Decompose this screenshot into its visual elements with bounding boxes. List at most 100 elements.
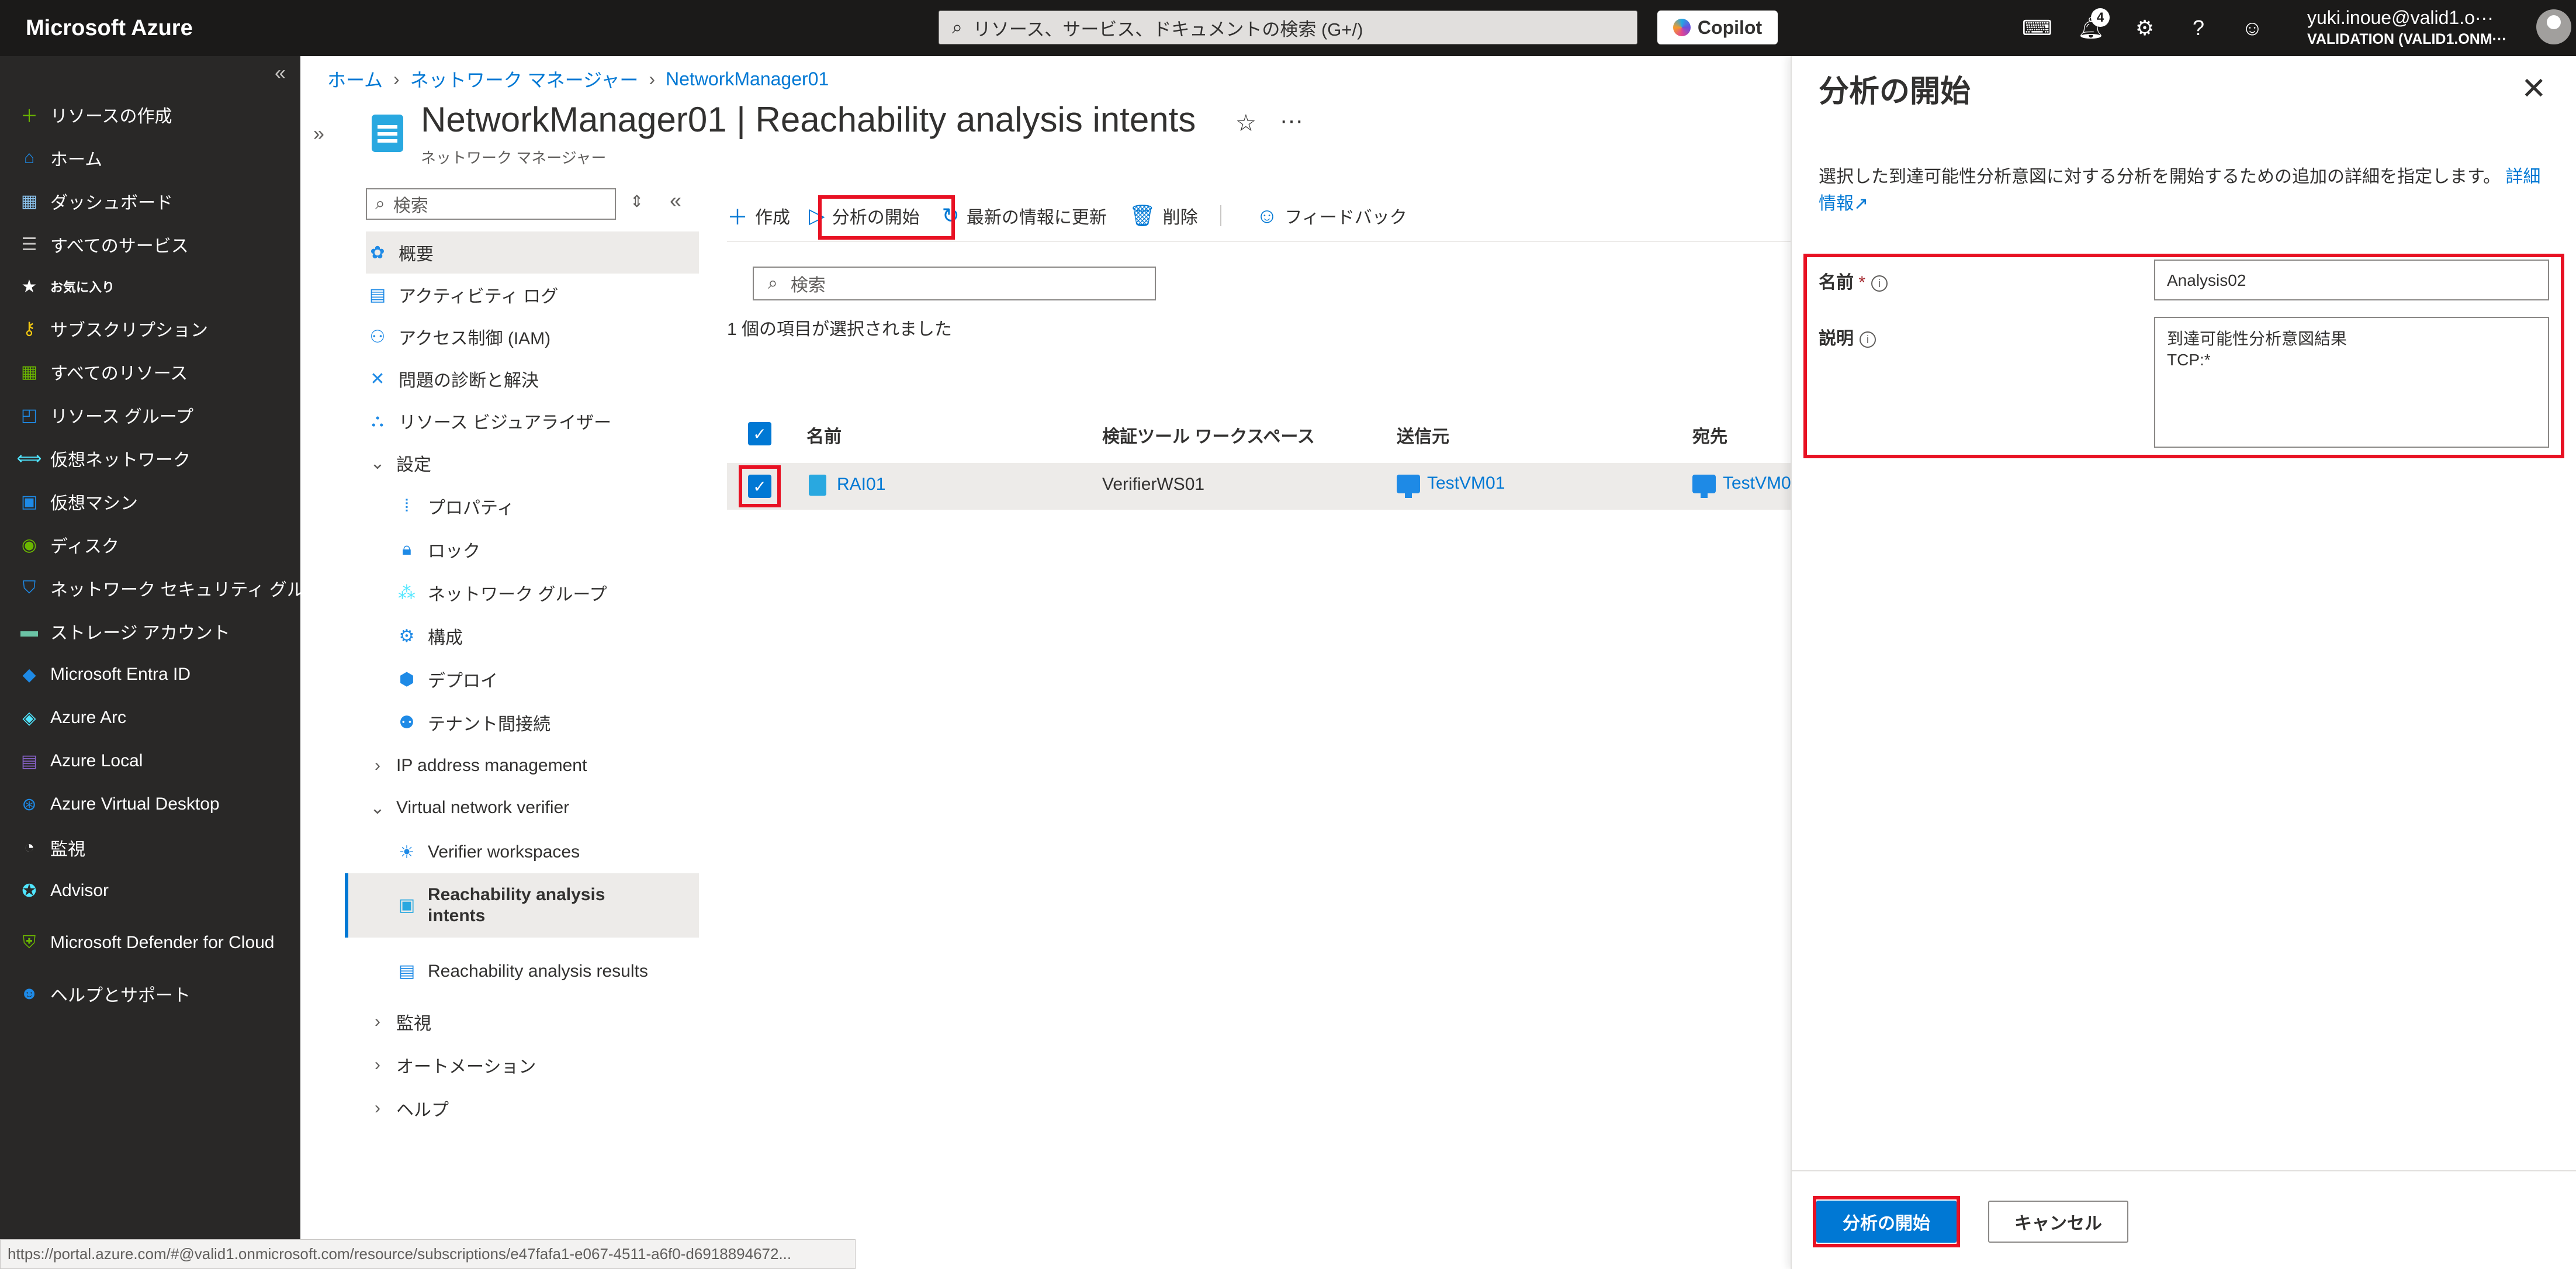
create-button[interactable]: ＋作成 (727, 200, 790, 231)
feedback-icon[interactable]: ☺ (2237, 13, 2267, 43)
start-analysis-button[interactable]: ▷ 分析の開始 (809, 203, 920, 229)
info-icon[interactable]: i (1871, 275, 1888, 292)
menu-collapse-icon[interactable]: « (670, 188, 681, 213)
disk-icon: ◉ (21, 535, 37, 555)
menu-group-ipam[interactable]: › IP address management (366, 745, 699, 787)
menu-item-activity-log[interactable]: ▤ アクティビティ ログ (366, 274, 699, 316)
menu-group-monitoring[interactable]: › 監視 (366, 1001, 699, 1043)
brand-logo[interactable]: Microsoft Azure (26, 16, 937, 41)
menu-item-locks[interactable]: 🔒︎ ロック (395, 528, 728, 570)
nav-nsg[interactable]: ⛉ ネットワーク セキュリティ グループ (18, 570, 338, 606)
menu-group-settings[interactable]: ⌄ 設定 (366, 442, 699, 484)
nav-virtual-machines[interactable]: ▣ 仮想マシン (18, 484, 138, 519)
network-manager-icon (372, 115, 403, 152)
nav-azure-local[interactable]: ▤ Azure Local (18, 744, 143, 779)
column-header-name[interactable]: 名前 (806, 422, 842, 448)
select-all-checkbox[interactable]: ✓ (748, 422, 771, 445)
account-info[interactable]: yuki.inoue@valid1.o··· VALIDATION (VALID… (2307, 7, 2507, 48)
row-destination-link[interactable]: TestVM0 (1692, 473, 1791, 499)
menu-item-cross-tenant[interactable]: ⚉ テナント間接続 (395, 701, 728, 744)
menu-item-visualizer[interactable]: ⛬ リソース ビジュアライザー (366, 400, 699, 442)
favorite-star-icon[interactable]: ☆ (1235, 110, 1256, 137)
collapse-menu-icon[interactable]: « (275, 62, 286, 85)
start-analysis-submit-button[interactable]: 分析の開始 (1816, 1201, 1957, 1243)
more-options-icon[interactable]: ··· (1280, 108, 1303, 134)
menu-sort-icon[interactable]: ⇕ (630, 192, 643, 211)
global-search-input[interactable]: ⌕ リソース、サービス、ドキュメントの検索 (G+/) (939, 11, 1637, 44)
row-name-link[interactable]: RAI01 (809, 475, 885, 496)
cloud-shell-icon[interactable]: ⌨ (2022, 13, 2052, 43)
nav-resource-groups[interactable]: ◰ リソース グループ (18, 397, 193, 433)
column-header-workspace[interactable]: 検証ツール ワークスペース (1102, 422, 1315, 448)
nav-subscriptions[interactable]: ⚷ サブスクリプション (18, 311, 208, 346)
menu-item-configurations[interactable]: ⚙ 構成 (395, 615, 728, 657)
nav-home[interactable]: ⌂ ホーム (18, 140, 102, 175)
menu-item-network-groups[interactable]: ⁂ ネットワーク グループ (395, 572, 728, 614)
column-header-destination[interactable]: 宛先 (1692, 422, 1727, 448)
delete-button[interactable]: 🗑︎ 削除 (1129, 203, 1198, 229)
nav-azure-virtual-desktop[interactable]: ⊛ Azure Virtual Desktop (18, 787, 219, 822)
menu-item-deployments[interactable]: ⬢ デプロイ (395, 658, 728, 700)
analysis-name-input[interactable]: Analysis02 (2154, 260, 2549, 300)
expand-chevron-icon[interactable]: » (313, 123, 324, 146)
nav-monitor[interactable]: ◔ 監視 (18, 830, 85, 865)
menu-item-diagnose[interactable]: ✕ 問題の診断と解決 (366, 358, 699, 400)
nav-advisor[interactable]: ✪ Advisor (18, 873, 109, 908)
menu-item-verifier-workspaces[interactable]: ☀ Verifier workspaces (395, 831, 728, 873)
iam-icon: ⚇ (369, 327, 386, 347)
menu-group-vnet-verifier[interactable]: ⌄ Virtual network verifier (366, 787, 699, 829)
menu-item-overview[interactable]: ✿ 概要 (366, 231, 699, 274)
menu-item-reachability-intents[interactable]: ▣ Reachability analysis intents (348, 873, 699, 938)
close-icon[interactable]: ✕ (2521, 71, 2547, 106)
grid-search-input[interactable]: ⌕ 検索 (753, 267, 1156, 300)
copilot-button[interactable]: Copilot (1657, 11, 1778, 44)
question-icon[interactable]: ? (2183, 13, 2214, 43)
network-group-icon: ⁂ (398, 583, 416, 603)
copilot-icon (1673, 19, 1691, 36)
shield-icon: ⛉ (22, 578, 36, 597)
feedback-button[interactable]: ☺ フィードバック (1256, 203, 1407, 229)
vm-icon (1397, 475, 1420, 499)
breadcrumb-home[interactable]: ホーム (327, 65, 383, 92)
plus-icon: ＋ (20, 107, 38, 126)
nav-azure-arc[interactable]: ◈ Azure Arc (18, 700, 126, 735)
nav-virtual-networks[interactable]: ⟺ 仮想ネットワーク (17, 441, 191, 476)
cancel-button[interactable]: キャンセル (1988, 1201, 2128, 1243)
nav-help-support[interactable]: ☻ ヘルプとサポート (18, 976, 191, 1011)
nav-create-resource[interactable]: ＋リソースの作成 (18, 97, 172, 132)
nav-defender[interactable]: ⛨ Microsoft Defender for Cloud (18, 917, 275, 969)
analysis-description-textarea[interactable]: 到達可能性分析意図結果 TCP:* (2154, 317, 2549, 448)
menu-group-automation[interactable]: › オートメーション (366, 1044, 699, 1086)
column-header-source[interactable]: 送信元 (1397, 422, 1449, 448)
nav-storage-accounts[interactable]: ▬ ストレージ アカウント (18, 614, 230, 649)
wrench-icon: ✕ (370, 369, 385, 389)
panel-footer-divider (1792, 1170, 2576, 1171)
chevron-down-icon: ⌄ (370, 453, 385, 473)
nav-dashboard[interactable]: ▦ ダッシュボード (18, 184, 173, 219)
menu-item-iam[interactable]: ⚇ アクセス制御 (IAM) (366, 316, 699, 358)
row-source-link[interactable]: TestVM01 (1397, 473, 1505, 499)
menu-item-properties[interactable]: ⦙ プロパティ (395, 485, 728, 527)
menu-item-reachability-results[interactable]: ▤ Reachability analysis results (395, 942, 728, 1001)
info-icon[interactable]: i (1860, 331, 1876, 348)
refresh-button[interactable]: ↻ 最新の情報に更新 (942, 203, 1107, 229)
global-search-placeholder: リソース、サービス、ドキュメントの検索 (G+/) (972, 19, 1363, 40)
nav-all-services[interactable]: ☰ すべてのサービス (18, 227, 189, 262)
nav-disks[interactable]: ◉ ディスク (18, 527, 119, 562)
row-checkbox[interactable]: ✓ (748, 475, 771, 498)
gear-icon[interactable]: ⚙ (2130, 13, 2160, 43)
nav-entra-id[interactable]: ◆ Microsoft Entra ID (18, 657, 191, 692)
nav-all-resources[interactable]: ▦ すべてのリソース (18, 354, 188, 389)
search-icon: ⌕ (768, 274, 778, 293)
breadcrumb-network-manager[interactable]: ネットワーク マネージャー (410, 65, 639, 92)
notification-badge: 4 (2091, 8, 2110, 27)
key-icon: ⚷ (23, 319, 36, 338)
vm-icon (1692, 475, 1716, 499)
plus-icon: ＋ (727, 205, 749, 229)
breadcrumb-resource[interactable]: NetworkManager01 (666, 68, 829, 90)
table-row[interactable] (727, 463, 1791, 510)
name-label: 名前 * i (1819, 268, 1888, 293)
menu-search-input[interactable]: ⌕ 検索 (366, 188, 616, 220)
menu-group-help[interactable]: › ヘルプ (366, 1087, 699, 1129)
avatar[interactable] (2536, 9, 2571, 44)
